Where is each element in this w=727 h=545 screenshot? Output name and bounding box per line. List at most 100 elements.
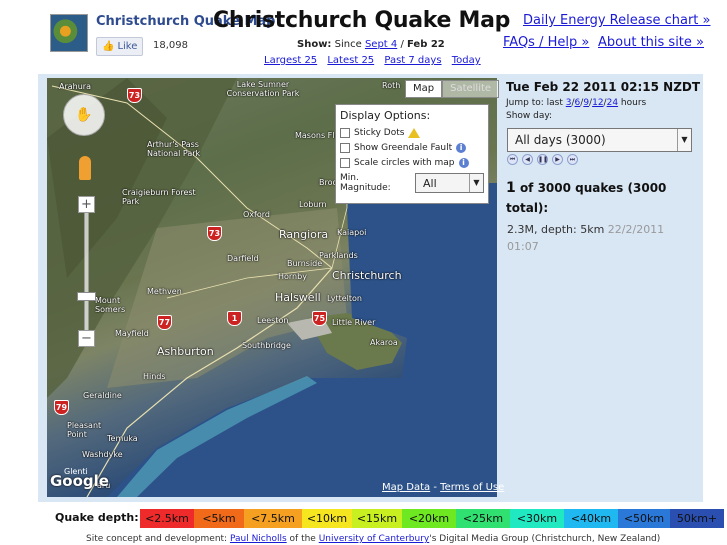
jump-6-hours-link[interactable]: 6 — [575, 98, 581, 108]
place-arthurs-pass: Arthur's Pass National Park — [147, 140, 201, 158]
quake-list-item[interactable]: 2.3M, depth: 5km 22/2/2011 01:07 — [507, 221, 692, 255]
greendale-fault-option[interactable]: Show Greendale Fault i — [340, 140, 484, 155]
map-attribution: Map Data - Terms of Use — [382, 482, 504, 493]
min-magnitude-value: All — [423, 176, 437, 190]
scale-circles-checkbox[interactable] — [340, 157, 350, 168]
display-options-title: Display Options: — [340, 109, 431, 122]
highway-73-shield: 73 — [207, 226, 222, 241]
slash: / — [400, 39, 404, 50]
university-link[interactable]: University of Canterbury — [319, 534, 430, 544]
next-icon[interactable]: ▶ — [552, 154, 563, 165]
depth-legend-cell: <25km — [456, 509, 510, 528]
largest-25-link[interactable]: Largest 25 — [264, 55, 317, 66]
pause-icon[interactable]: ❚❚ — [537, 154, 548, 165]
place-glenti: Glenti — [64, 467, 88, 476]
place-arahura: Arahura — [59, 82, 91, 91]
depth-legend-cell: <5km — [194, 509, 244, 528]
depth-legend: <2.5km <5km <7.5km <10km <15km <20km <25km <30k… — [140, 509, 724, 528]
place-methven: Methven — [147, 287, 182, 296]
faq-link[interactable]: FAQs / Help » — [503, 35, 589, 50]
place-southbridge: Southbridge — [242, 341, 291, 350]
thumbs-up-icon: 👍 — [102, 41, 115, 52]
jump-to-row: Jump to: last 3/6/9/12/24 hours — [506, 98, 647, 108]
place-rothe: Roth — [382, 81, 401, 90]
highway-75-shield: 75 — [312, 311, 327, 326]
show-range-row: Show: Since Sept 4 / Feb 22 — [297, 39, 445, 50]
info-icon[interactable]: i — [456, 142, 467, 153]
depth-legend-cell: <10km — [302, 509, 352, 528]
quake-description: 2.3M, depth: 5km — [507, 223, 605, 236]
today-link[interactable]: Today — [452, 55, 481, 66]
jump-24-hours-link[interactable]: 24 — [607, 98, 618, 108]
place-leeston: Leeston — [257, 316, 289, 325]
show-label: Show: — [297, 39, 332, 50]
place-mount-somers: Mount Somers — [95, 296, 126, 314]
footer-suffix: 's Digital Media Group (Christchurch, Ne… — [429, 534, 661, 544]
place-darfield: Darfield — [227, 254, 259, 263]
since-label: Since — [334, 39, 362, 50]
previous-icon[interactable]: ◀ — [522, 154, 533, 165]
depth-legend-cell: <2.5km — [140, 509, 194, 528]
map-data-link[interactable]: Map Data — [382, 482, 430, 493]
place-mayfield: Mayfield — [115, 329, 149, 338]
sticky-dots-option[interactable]: Sticky Dots — [340, 125, 484, 140]
day-select-value: All days (3000) — [515, 133, 606, 147]
place-halswell: Halswell — [275, 291, 321, 304]
jump-12-hours-link[interactable]: 12 — [592, 98, 603, 108]
depth-legend-cell: <30km — [510, 509, 564, 528]
zoom-slider-track[interactable] — [84, 196, 89, 341]
place-loburn: Loburn — [299, 200, 327, 209]
place-kaiapoi: Kaiapoi — [337, 228, 367, 237]
past-7-days-link[interactable]: Past 7 days — [384, 55, 441, 66]
author-link[interactable]: Paul Nicholls — [230, 534, 287, 544]
like-label: Like — [117, 41, 138, 52]
current-datetime: Tue Feb 22 2011 02:15 NZDT — [506, 80, 701, 94]
range-links: Largest 25 Latest 25 Past 7 days Today — [264, 55, 488, 66]
map-type-map-button[interactable]: Map — [405, 80, 443, 98]
terms-of-use-link[interactable]: Terms of Use — [440, 482, 504, 493]
first-icon[interactable]: ⏮ — [507, 154, 518, 165]
street-view-pegman-icon[interactable] — [79, 156, 91, 180]
place-oxford: Oxford — [243, 210, 270, 219]
last-icon[interactable]: ⏭ — [567, 154, 578, 165]
scale-circles-option[interactable]: Scale circles with map i — [340, 155, 484, 170]
place-lake-sumner: Lake Sumner Conservation Park — [226, 80, 300, 98]
jump-9-hours-link[interactable]: 9 — [583, 98, 589, 108]
attribution-dash: - — [433, 482, 437, 493]
info-icon[interactable]: i — [458, 157, 469, 168]
like-count: 18,098 — [153, 40, 188, 51]
energy-chart-link[interactable]: Daily Energy Release chart » — [523, 13, 710, 28]
jump-prefix: Jump to: last — [506, 98, 563, 108]
chevron-down-icon: ▼ — [677, 129, 691, 151]
depth-legend-cell: <40km — [564, 509, 618, 528]
depth-legend-cell: <7.5km — [244, 509, 302, 528]
depth-legend-cell: <50km — [618, 509, 670, 528]
since-sept4-link[interactable]: Sept 4 — [365, 39, 397, 50]
min-magnitude-row: Min. Magnitude: All ▼ — [340, 173, 484, 193]
latest-25-link[interactable]: Latest 25 — [327, 55, 374, 66]
about-link[interactable]: About this site » — [598, 35, 704, 50]
zoom-slider-handle[interactable] — [77, 292, 96, 301]
map-type-satellite-button[interactable]: Satellite — [442, 80, 500, 98]
depth-legend-cell: <15km — [352, 509, 402, 528]
depth-legend-cell: 50km+ — [670, 509, 724, 528]
zoom-out-button[interactable]: − — [78, 330, 95, 347]
jump-suffix: hours — [620, 98, 647, 108]
chevron-down-icon: ▼ — [469, 174, 483, 192]
sticky-dots-checkbox[interactable] — [340, 127, 350, 138]
min-magnitude-select[interactable]: All ▼ — [415, 173, 484, 193]
place-lyttelton: Lyttelton — [327, 294, 362, 303]
greendale-fault-checkbox[interactable] — [340, 142, 350, 153]
zoom-in-button[interactable]: + — [78, 196, 95, 213]
highway-73-shield: 73 — [127, 88, 142, 103]
quake-count: 1 of 3000 quakes (3000 total): — [506, 178, 691, 218]
facebook-like-button[interactable]: 👍 Like — [96, 37, 144, 56]
place-hornby: Hornby — [278, 272, 307, 281]
footer-of-the: of the — [289, 534, 316, 544]
day-select[interactable]: All days (3000) ▼ — [507, 128, 692, 152]
greendale-fault-label: Show Greendale Fault — [354, 142, 453, 153]
quake-count-text: of 3000 quakes (3000 total): — [506, 181, 667, 215]
jump-3-hours-link[interactable]: 3 — [566, 98, 572, 108]
place-christchurch: Christchurch — [332, 269, 402, 282]
warning-icon[interactable] — [408, 127, 421, 138]
